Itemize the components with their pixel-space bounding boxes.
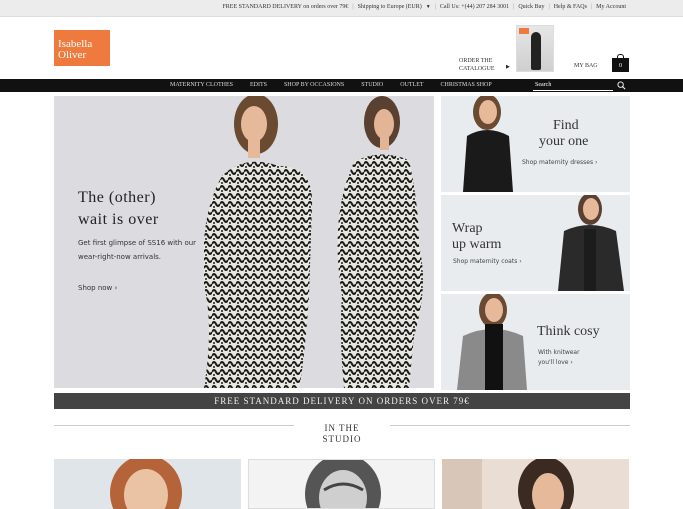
promo-tile-dresses[interactable]: Find your one Shop maternity dresses › — [441, 96, 630, 192]
hero-body: Get first glimpse of SS16 with our wear-… — [78, 239, 197, 261]
catalogue-cover-image[interactable] — [516, 25, 554, 72]
free-delivery-banner[interactable]: FREE STANDARD DELIVERY ON ORDERS OVER 79… — [54, 393, 630, 409]
call-us-text: Call Us: +(44) 207 284 3001 — [439, 4, 510, 10]
search-icon[interactable] — [617, 81, 626, 90]
nav-item-shop-by-occasions[interactable]: SHOP BY OCCASIONS — [284, 82, 344, 88]
hero-shop-now-link[interactable]: Shop now › — [78, 284, 117, 292]
nav-item-outlet[interactable]: OUTLET — [400, 82, 423, 88]
dress-model-image — [463, 96, 513, 192]
brand-logo[interactable]: Isabella Oliver — [54, 30, 110, 66]
tile-dresses-title-line2: your one — [539, 134, 589, 149]
shipping-selector[interactable]: Shipping to Europe (EUR) — [356, 4, 424, 10]
tile-knitwear-sub-line1: With knitwear — [538, 349, 580, 356]
studio-heading-line2: STUDIO — [322, 434, 362, 444]
free-delivery-text: FREE STANDARD DELIVERY on orders over 79… — [222, 4, 349, 10]
top-bar-items: FREE STANDARD DELIVERY on orders over 79… — [220, 4, 628, 10]
catalogue-logo-mark — [519, 28, 529, 34]
studio-card[interactable] — [248, 459, 435, 509]
tile-coats-link[interactable]: Shop maternity coats › — [453, 257, 522, 267]
tile-coats-title-line1: Wrap — [452, 221, 483, 236]
hero-models-image — [204, 96, 423, 388]
nav-item-maternity-clothes[interactable]: MATERNITY CLOTHES — [170, 82, 233, 88]
my-account-link[interactable]: My Account — [594, 4, 628, 10]
tile-knitwear-link[interactable]: With knitwear you'll love › — [538, 348, 580, 368]
tile-coats-title: Wrap up warm — [452, 221, 501, 253]
tile-knitwear-sub-line2: you'll love › — [538, 359, 573, 366]
tile-dresses-link[interactable]: Shop maternity dresses › — [522, 158, 597, 168]
catalogue-line2: CATALOGUE — [459, 66, 495, 72]
tile-dresses-title-line1: Find — [553, 118, 579, 133]
chevron-down-icon[interactable]: ▼ — [424, 5, 433, 10]
bag-count: 0 — [619, 63, 622, 69]
studio-card-image — [442, 459, 574, 509]
tile-coats-title-line2: up warm — [452, 237, 502, 252]
hero-banner[interactable]: The (other) wait is over Get first glimp… — [54, 96, 434, 388]
shopping-bag-icon[interactable]: 0 — [612, 54, 629, 72]
catalogue-model-figure — [531, 32, 541, 70]
search-input[interactable]: Search — [533, 80, 613, 91]
studio-heading-line1: IN THE — [324, 423, 360, 433]
hero-title-line2: wait is over — [78, 211, 159, 228]
tile-dresses-title: Find your one — [539, 118, 588, 150]
brand-logo-line2: Oliver — [58, 49, 87, 61]
divider — [390, 425, 630, 426]
nav-item-edits[interactable]: EDITS — [250, 82, 267, 88]
studio-card-image — [110, 459, 182, 509]
studio-heading: IN THE STUDIO — [300, 423, 384, 445]
help-faqs-link[interactable]: Help & FAQs — [552, 4, 589, 10]
hero-title-line1: The (other) — [78, 189, 156, 206]
main-nav: MATERNITY CLOTHES EDITS SHOP BY OCCASION… — [0, 79, 683, 92]
nav-item-studio[interactable]: STUDIO — [361, 82, 383, 88]
studio-card[interactable] — [442, 459, 629, 509]
catalogue-line1: ORDER THE — [459, 58, 493, 64]
nav-item-christmas-shop[interactable]: CHRISTMAS SHOP — [441, 82, 492, 88]
chevron-right-icon[interactable]: ▶ — [506, 64, 510, 70]
studio-card-image — [305, 460, 381, 508]
divider — [54, 425, 294, 426]
tile-knitwear-title: Think cosy — [537, 324, 600, 339]
my-bag-link[interactable]: MY BAG — [574, 63, 598, 69]
promo-tile-coats[interactable]: Wrap up warm Shop maternity coats › — [441, 195, 630, 291]
top-bar: FREE STANDARD DELIVERY on orders over 79… — [0, 0, 683, 17]
studio-card[interactable] — [54, 459, 241, 509]
quick-buy-link[interactable]: Quick Buy — [516, 4, 546, 10]
hero-title: The (other) wait is over — [78, 187, 159, 231]
coat-model-image — [558, 195, 624, 291]
promo-tile-knitwear[interactable]: Think cosy With knitwear you'll love › — [441, 294, 630, 390]
knitwear-model-image — [457, 294, 527, 390]
order-catalogue-link[interactable]: ORDER THE CATALOGUE — [459, 57, 495, 73]
nav-links: MATERNITY CLOTHES EDITS SHOP BY OCCASION… — [170, 82, 509, 88]
